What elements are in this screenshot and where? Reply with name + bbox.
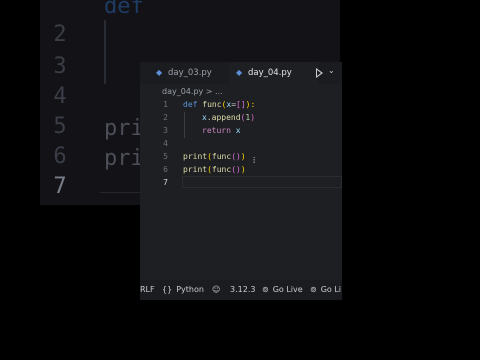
line-number: 2 <box>163 113 168 122</box>
go-live-label: Go Live <box>272 285 303 294</box>
editor-window: ◆ day_03.py ◆ day_04.py ⌄ day_04.py > ..… <box>140 62 342 300</box>
tab-label: day_04.py <box>248 68 292 78</box>
line-number: 3 <box>163 126 168 135</box>
python-file-icon: ◆ <box>156 68 163 77</box>
code-line-2: x.append(1) <box>202 113 255 122</box>
background-code-def: def <box>104 0 144 19</box>
bracket: ) <box>240 165 246 174</box>
python-file-icon: ◆ <box>236 68 243 77</box>
eol-indicator[interactable]: RLF <box>140 280 155 300</box>
method-name: .append <box>206 113 241 122</box>
tab-day-03[interactable]: ◆ day_03.py <box>150 62 238 84</box>
tab-day-04[interactable]: ◆ day_04.py <box>230 62 318 85</box>
line-number: 5 <box>163 152 168 161</box>
background-line-number: 6 <box>53 144 67 169</box>
letterbox-left <box>0 0 40 360</box>
text-cursor: ⁞ <box>253 156 256 165</box>
status-bar: RLF {} Python ☺ 3.12.3 ⊚ Go Live ⊚ Go Li <box>140 280 342 300</box>
letterbox-right <box>340 0 480 360</box>
background-line-number: 4 <box>53 84 67 109</box>
code-line-6: print(func()) <box>183 165 246 174</box>
background-line-number: 7 <box>53 174 67 199</box>
broadcast-icon: ⊚ <box>262 285 269 294</box>
keyword: def <box>183 100 198 109</box>
function-name: func <box>202 100 222 109</box>
function-call: print <box>183 152 208 161</box>
bracket: ) <box>240 152 246 161</box>
bracket: ): <box>245 100 256 109</box>
code-line-5: print(func()) <box>183 152 246 161</box>
line-number: 1 <box>163 100 168 109</box>
go-live-label: Go Li <box>320 285 342 294</box>
chevron-down-icon[interactable]: ⌄ <box>328 66 335 75</box>
copilot-icon[interactable]: ☺ <box>212 280 220 300</box>
go-live-button-2[interactable]: ⊚ Go Li <box>310 280 341 300</box>
python-version[interactable]: 3.12.3 <box>230 280 255 300</box>
background-code-print: pri <box>104 146 144 171</box>
bracket: () <box>231 165 241 174</box>
background-indent-guide <box>104 20 106 84</box>
code-line-3: return x <box>202 126 241 135</box>
background-line-number: 5 <box>53 114 67 139</box>
go-live-button[interactable]: ⊚ Go Live <box>262 280 303 300</box>
variable: x <box>235 126 241 135</box>
tab-label: day_03.py <box>168 68 212 78</box>
background-line-number: 2 <box>53 22 67 47</box>
function-call: func <box>211 152 232 161</box>
indent-guide <box>184 112 185 138</box>
line-number: 6 <box>163 165 168 174</box>
breadcrumb[interactable]: day_04.py > ... <box>162 87 223 96</box>
keyword: return <box>202 126 231 135</box>
braces-icon: {} <box>162 285 173 294</box>
background-line-number: 3 <box>53 54 67 79</box>
broadcast-icon: ⊚ <box>310 285 317 294</box>
function-call: print <box>183 165 208 174</box>
line-number: 7 <box>163 178 168 187</box>
line-number: 4 <box>163 139 168 148</box>
list-literal: [] <box>236 100 246 109</box>
language-label: Python <box>176 285 204 294</box>
bracket: () <box>231 152 241 161</box>
code-line-1: def func(x=[]): <box>183 100 255 109</box>
bracket: ) <box>250 113 256 122</box>
language-mode[interactable]: {} Python <box>162 280 204 300</box>
tab-bar: ◆ day_03.py ◆ day_04.py ⌄ <box>140 62 342 85</box>
current-line-highlight <box>182 176 342 188</box>
function-call: func <box>211 165 232 174</box>
